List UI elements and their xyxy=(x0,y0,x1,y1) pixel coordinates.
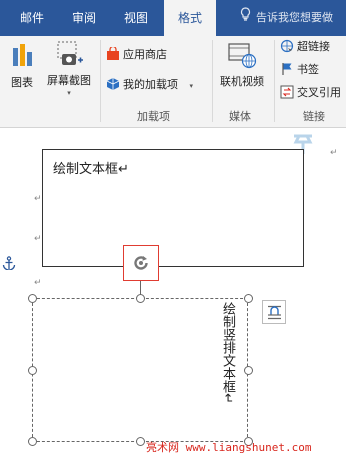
chart-icon xyxy=(10,42,34,68)
online-video-button[interactable]: 联机视频 xyxy=(214,40,270,89)
hyperlink-label: 超链接 xyxy=(297,40,330,53)
layout-options-icon xyxy=(266,304,283,321)
rotation-handle-highlight[interactable] xyxy=(123,245,159,281)
ribbon-separator xyxy=(274,40,275,122)
paragraph-mark: ↵ xyxy=(330,148,338,158)
addins-icon xyxy=(106,77,120,91)
ribbon-tab-bar: 邮件 审阅 视图 格式 告诉我您想要做 xyxy=(0,0,346,36)
chart-button[interactable]: 图表 xyxy=(4,42,40,90)
tab-review[interactable]: 审阅 xyxy=(58,0,110,36)
textbox-vertical-text: 绘制竖排文本框↵ xyxy=(220,302,235,404)
bookmark-label: 书签 xyxy=(297,63,319,76)
document-area[interactable]: ↵ 绘制文本框↵ ↵ ↵ ↵ 绘制竖排文本框↵ 亮术网 www.liangshu… xyxy=(0,128,346,476)
lightbulb-icon xyxy=(240,0,252,36)
cross-reference-button[interactable]: 交叉引用 xyxy=(280,84,341,102)
store-button[interactable]: 应用商店 xyxy=(106,45,167,64)
cross-reference-icon xyxy=(280,85,294,99)
tab-view[interactable]: 视图 xyxy=(110,0,162,36)
addins-group-label: 加载项 xyxy=(137,110,170,123)
bookmark-button[interactable]: 书签 xyxy=(280,61,319,79)
screenshot-button[interactable]: 屏幕截图 ▾ xyxy=(42,40,96,98)
paragraph-mark: ↵ xyxy=(34,278,42,288)
tab-format[interactable]: 格式 xyxy=(164,0,216,36)
my-addins-label: 我的加载项 xyxy=(123,78,178,91)
resize-handle-top-left[interactable] xyxy=(28,294,37,303)
rotate-icon xyxy=(131,253,151,273)
ribbon-separator xyxy=(212,40,213,122)
resize-handle-bottom-left[interactable] xyxy=(28,437,37,446)
links-group-label: 链接 xyxy=(303,110,325,123)
textbox-horizontal-text: 绘制文本框↵ xyxy=(53,162,129,177)
resize-handle-top[interactable] xyxy=(136,294,145,303)
paragraph-mark: ↵ xyxy=(34,194,42,204)
screenshot-icon xyxy=(54,40,84,70)
chevron-down-icon: ▾ xyxy=(189,82,194,90)
ribbon-body: 图表 屏幕截图 ▾ 应用商店 我的加载项 ▾ 加载项 联机视频 媒体 超链接 书… xyxy=(0,36,346,128)
resize-handle-top-right[interactable] xyxy=(244,294,253,303)
my-addins-button[interactable]: 我的加载项 ▾ xyxy=(106,76,193,94)
media-group-label: 媒体 xyxy=(229,110,251,123)
tab-mailings[interactable]: 邮件 xyxy=(6,0,58,36)
tell-me-box[interactable]: 告诉我您想要做 xyxy=(240,0,333,36)
textbox-horizontal[interactable]: 绘制文本框↵ xyxy=(42,149,304,267)
anchor-icon xyxy=(2,256,16,271)
textbox-vertical[interactable] xyxy=(32,298,248,442)
chevron-down-icon: ▾ xyxy=(67,89,71,97)
resize-handle-bottom[interactable] xyxy=(136,437,145,446)
store-label: 应用商店 xyxy=(123,48,167,61)
resize-handle-right[interactable] xyxy=(244,366,253,375)
tell-me-text: 告诉我您想要做 xyxy=(256,11,333,24)
online-video-label: 联机视频 xyxy=(220,75,264,88)
bookmark-flag-icon xyxy=(280,62,294,76)
link-icon xyxy=(280,39,294,53)
ribbon-separator xyxy=(100,40,101,122)
layout-options-button[interactable] xyxy=(262,300,286,324)
resize-handle-left[interactable] xyxy=(28,366,37,375)
hyperlink-button[interactable]: 超链接 xyxy=(280,38,330,56)
store-icon xyxy=(106,45,120,61)
online-video-icon xyxy=(227,40,257,70)
paragraph-mark: ↵ xyxy=(34,234,42,244)
watermark-text: 亮术网 www.liangshunet.com xyxy=(146,441,312,454)
screenshot-label: 屏幕截图 xyxy=(47,74,91,87)
chart-label: 图表 xyxy=(11,76,33,89)
cross-reference-label: 交叉引用 xyxy=(297,86,341,99)
